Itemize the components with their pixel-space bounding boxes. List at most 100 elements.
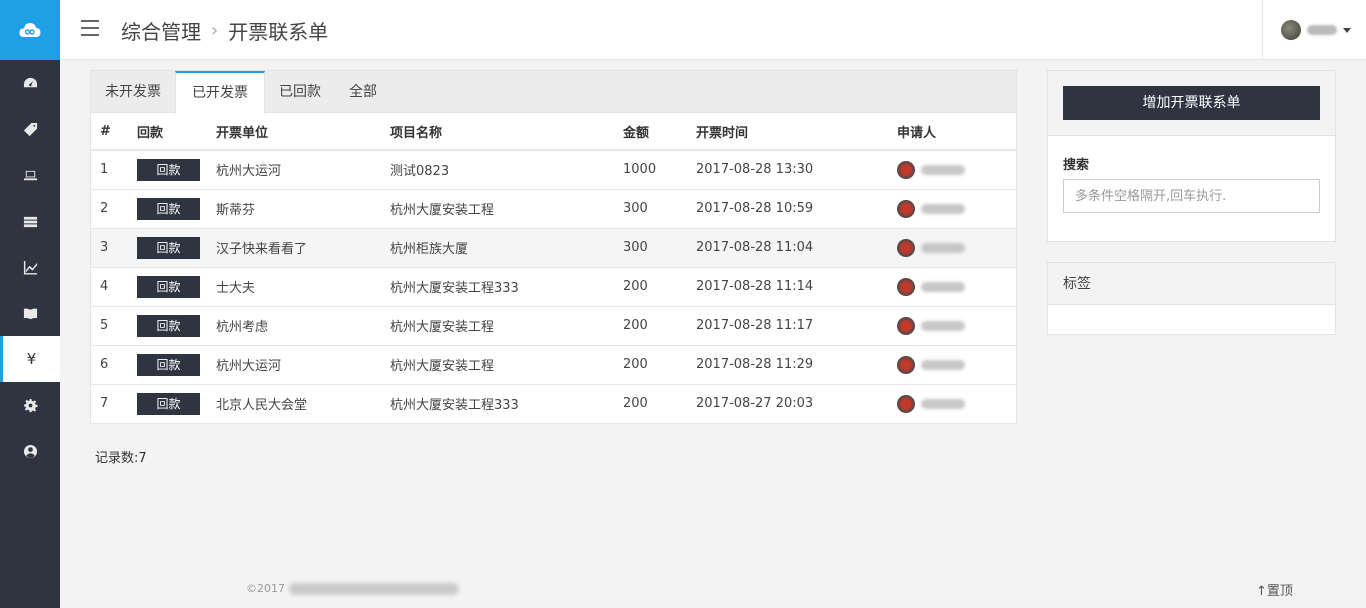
cell-payback: 回款 [137,189,216,229]
avatar [897,394,915,413]
user-menu[interactable] [1262,0,1366,60]
col-header-payback: 回款 [137,113,216,151]
record-count: 记录数:7 [95,451,147,466]
nav-finance[interactable]: ¥ [0,336,60,382]
cell-applicant [897,228,1016,268]
cell-payback: 回款 [137,345,216,385]
breadcrumb-current: 开票联系单 [228,20,329,44]
payback-button[interactable]: 回款 [137,236,200,259]
tab-invoiced[interactable]: 已开发票 [175,71,265,114]
search-label: 搜索 [1063,158,1090,173]
payback-button[interactable]: 回款 [137,275,200,298]
col-header-amount: 金额 [623,113,696,151]
cell-time: 2017-08-28 11:04 [696,228,897,268]
table-row: 5 回款 杭州考虑 杭州大厦安装工程 200 2017-08-28 11:17 [91,306,1016,346]
nav-settings[interactable] [0,382,60,428]
col-header-unit: 开票单位 [216,113,390,151]
nav-server[interactable] [0,198,60,244]
cell-amount: 1000 [623,150,696,190]
cell-applicant [897,384,1016,424]
top-header: 综合管理 › 开票联系单 [60,0,1366,60]
nav-devices[interactable] [0,152,60,198]
col-header-applicant: 申请人 [897,113,1016,151]
cell-time: 2017-08-28 10:59 [696,189,897,229]
add-invoice-button[interactable]: 增加开票联系单 [1063,86,1320,120]
cell-project: 杭州大厦安装工程 [390,306,623,346]
table-row: 2 回款 斯蒂芬 杭州大厦安装工程 300 2017-08-28 10:59 [91,189,1016,229]
cell-time: 2017-08-28 11:14 [696,267,897,307]
applicant-name-redacted [921,320,965,331]
footer-copyright: ©2017 [246,582,459,595]
cell-applicant [897,267,1016,307]
nav-docs[interactable] [0,290,60,336]
cell-num: 3 [91,228,137,268]
nav-stats[interactable] [0,244,60,290]
cell-unit: 杭州大运河 [216,150,390,190]
cell-unit: 士大夫 [216,267,390,307]
breadcrumb: 综合管理 › 开票联系单 [121,16,328,45]
nav-tags[interactable] [0,106,60,152]
cell-applicant [897,189,1016,229]
table-row: 4 回款 士大夫 杭州大厦安装工程333 200 2017-08-28 11:14 [91,267,1016,307]
avatar [897,160,915,179]
payback-button[interactable]: 回款 [137,392,200,415]
col-header-num: # [91,113,137,151]
book-icon [23,308,37,319]
applicant-name-redacted [921,359,965,370]
cloud-icon [19,23,41,37]
avatar [897,355,915,374]
table-row: 1 回款 杭州大运河 测试0823 1000 2017-08-28 13:30 [91,150,1016,190]
payback-button[interactable]: 回款 [137,197,200,220]
cell-num: 4 [91,267,137,307]
payback-button[interactable]: 回款 [137,314,200,337]
invoice-table: # 回款 开票单位 项目名称 金额 开票时间 申请人 1 回款 杭州大运河 测试082… [91,113,1016,424]
cell-payback: 回款 [137,150,216,190]
applicant-name-redacted [921,398,965,409]
user-circle-icon [23,444,37,458]
menu-toggle-icon[interactable] [81,20,99,36]
cell-project: 杭州大厦安装工程 [390,189,623,229]
sidebar: ¥ [0,0,60,608]
nav-dashboard[interactable] [0,60,60,106]
gear-icon [23,398,38,412]
cell-amount: 300 [623,189,696,229]
col-header-time: 开票时间 [696,113,897,151]
cell-num: 2 [91,189,137,229]
cell-payback: 回款 [137,384,216,424]
chevron-right-icon: › [211,20,219,41]
cell-unit: 北京人民大会堂 [216,384,390,424]
payback-button[interactable]: 回款 [137,158,200,181]
nav-account[interactable] [0,428,60,474]
tab-not-invoiced[interactable]: 未开发票 [91,71,175,113]
table-row: 6 回款 杭州大运河 杭州大厦安装工程 200 2017-08-28 11:29 [91,345,1016,385]
back-to-top-link[interactable]: ↑置顶 [1256,580,1293,599]
cell-payback: 回款 [137,228,216,268]
copyright-text: ©2017 [246,582,285,595]
search-input[interactable] [1063,179,1320,213]
cell-applicant [897,345,1016,385]
tab-paid[interactable]: 已回款 [265,71,335,113]
user-name-redacted [1307,25,1337,35]
tags-panel: 标签 [1047,262,1336,335]
cell-unit: 杭州大运河 [216,345,390,385]
cell-num: 5 [91,306,137,346]
cell-amount: 200 [623,267,696,307]
table-row: 7 回款 北京人民大会堂 杭州大厦安装工程333 200 2017-08-27 20:03 [91,384,1016,424]
cell-time: 2017-08-27 20:03 [696,384,897,424]
cell-applicant [897,150,1016,190]
cell-unit: 杭州考虑 [216,306,390,346]
avatar [897,277,915,296]
tab-all[interactable]: 全部 [335,71,391,113]
cell-project: 杭州大厦安装工程333 [390,384,623,424]
payback-button[interactable]: 回款 [137,353,200,376]
applicant-name-redacted [921,203,965,214]
cloud-logo[interactable] [0,0,60,60]
applicant-name-redacted [921,164,965,175]
server-icon [23,216,37,227]
cell-project: 杭州柜族大厦 [390,228,623,268]
cell-payback: 回款 [137,306,216,346]
breadcrumb-parent[interactable]: 综合管理 [121,16,201,45]
cell-time: 2017-08-28 13:30 [696,150,897,190]
cell-num: 1 [91,150,137,190]
tag-icon [23,122,37,136]
